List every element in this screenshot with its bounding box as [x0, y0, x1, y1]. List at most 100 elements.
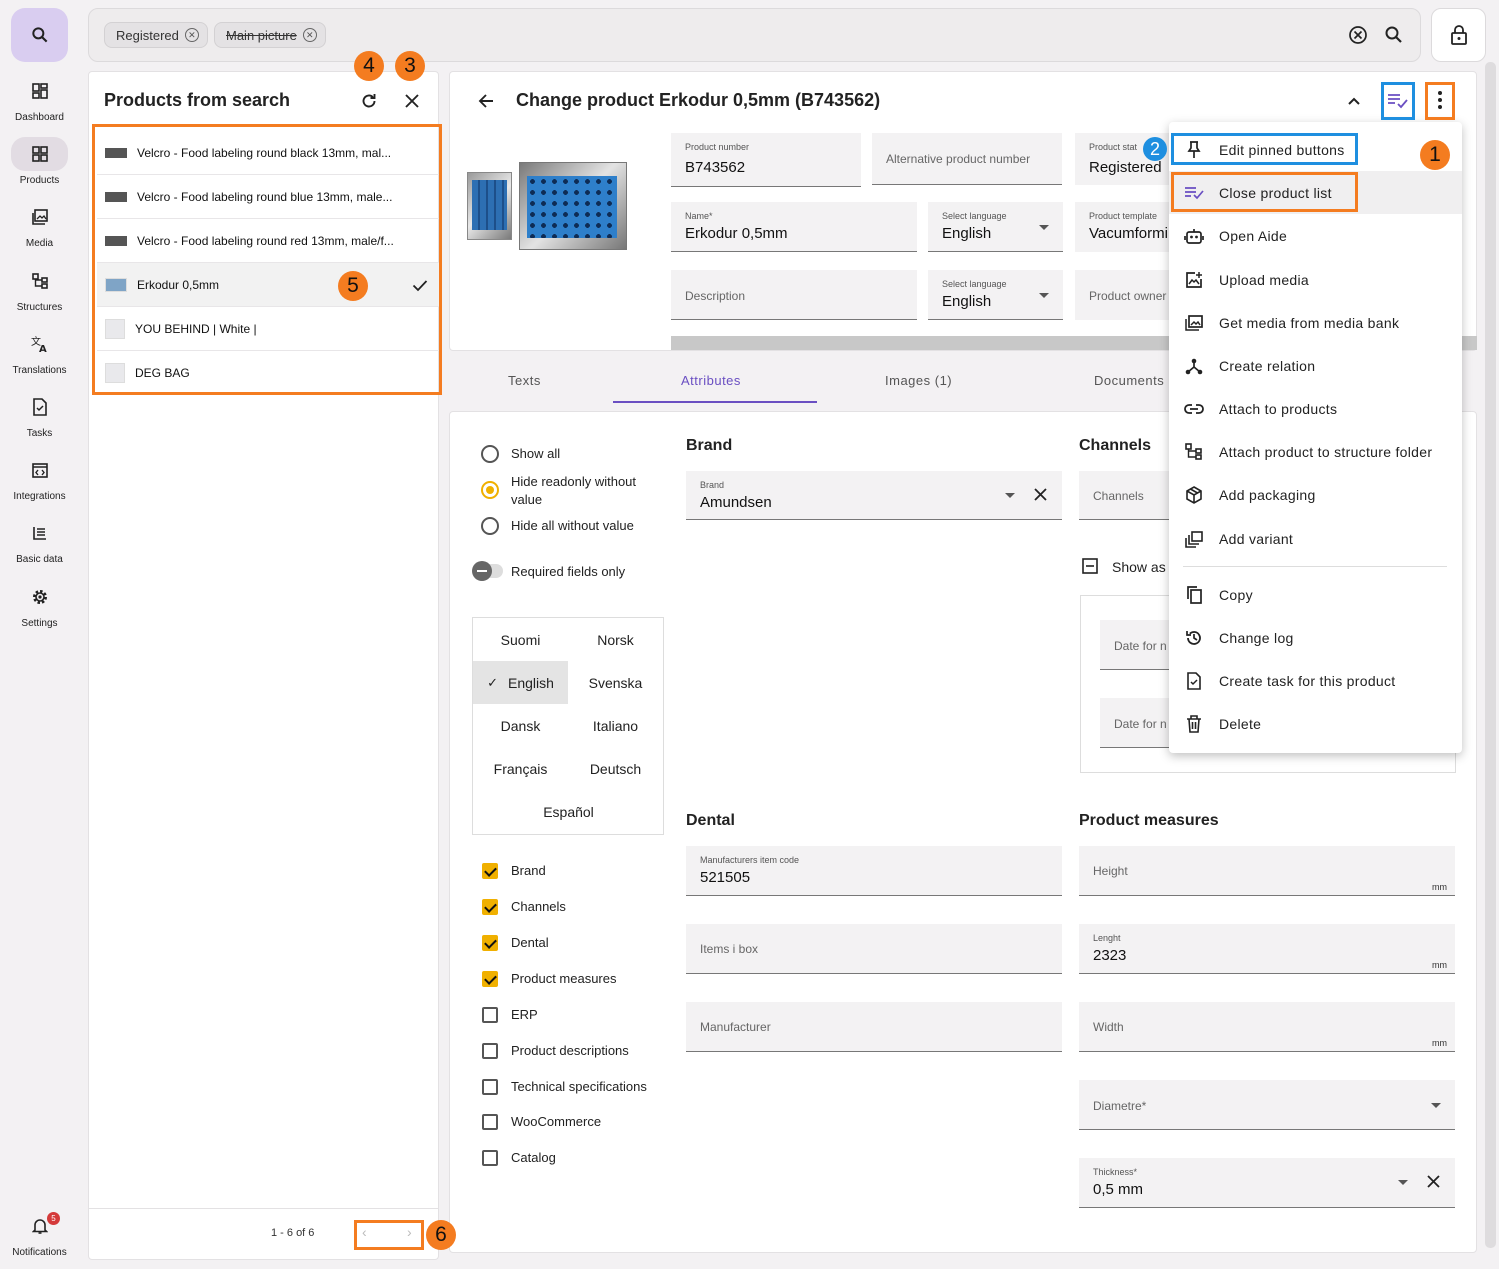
product-image[interactable]	[467, 162, 627, 252]
height-field[interactable]: Height mm	[1079, 846, 1455, 896]
manufacturer-field[interactable]: Manufacturer	[686, 1002, 1062, 1052]
nav-item-structures[interactable]: Structures	[0, 258, 79, 318]
radio-label: Show all	[511, 446, 561, 461]
tab-documents[interactable]: Documents	[1094, 373, 1164, 388]
menu-item-change-log[interactable]: Change log	[1169, 616, 1462, 659]
menu-item-open-aide[interactable]: Open Aide	[1169, 214, 1462, 257]
chip-remove-icon[interactable]: ✕	[184, 28, 199, 42]
name-field[interactable]: Name* Erkodur 0,5mm	[671, 202, 917, 252]
lock-button[interactable]	[1431, 8, 1486, 62]
language-option[interactable]: Dansk	[473, 704, 568, 747]
refresh-icon[interactable]	[360, 92, 378, 110]
menu-item-attach-to-structure-folder[interactable]: Attach product to structure folder	[1169, 430, 1462, 473]
check-icon: ✓	[487, 674, 498, 690]
nav-item-settings[interactable]: Settings	[0, 574, 79, 634]
field-placeholder: Description	[685, 289, 746, 303]
clear-icon[interactable]	[1034, 488, 1047, 501]
language-option[interactable]: Deutsch	[568, 747, 663, 790]
checkbox-product-descriptions[interactable]	[482, 1043, 498, 1059]
language-option[interactable]: Français	[473, 747, 568, 790]
tab-texts[interactable]: Texts	[508, 373, 541, 388]
dropdown-arrow-icon	[1398, 1180, 1408, 1185]
close-icon[interactable]	[404, 93, 420, 109]
nav-item-tasks[interactable]: Tasks	[0, 384, 79, 444]
nav-item-products[interactable]: Products	[0, 131, 79, 191]
checkbox-woocommerce[interactable]	[482, 1114, 498, 1130]
menu-item-add-variant[interactable]: Add variant	[1169, 517, 1462, 560]
language-option[interactable]: Norsk	[568, 618, 663, 661]
menu-item-create-task[interactable]: Create task for this product	[1169, 659, 1462, 702]
notification-count-badge: 5	[47, 1211, 60, 1225]
menu-item-upload-media[interactable]: Upload media	[1169, 258, 1462, 301]
checkbox-label: Product measures	[511, 971, 617, 986]
checkbox-product-measures[interactable]	[482, 971, 498, 987]
collapse-box-icon[interactable]	[1082, 558, 1098, 574]
product-template-field[interactable]: Product template Vacumformi	[1075, 202, 1178, 252]
brand-select[interactable]: Brand Amundsen	[686, 471, 1062, 520]
radio-show-all[interactable]	[481, 445, 499, 463]
menu-item-get-media-from-bank[interactable]: Get media from media bank	[1169, 301, 1462, 344]
checkbox-catalog[interactable]	[482, 1150, 498, 1166]
radio-hide-all[interactable]	[481, 517, 499, 535]
language-option[interactable]: Italiano	[568, 704, 663, 747]
product-owner-field[interactable]: Product owner	[1075, 270, 1178, 320]
menu-item-delete[interactable]: Delete	[1169, 702, 1462, 745]
diameter-select[interactable]: Diametre*	[1079, 1080, 1455, 1130]
chip-remove-icon[interactable]: ✕	[302, 28, 317, 42]
tab-attributes[interactable]: Attributes	[681, 373, 741, 388]
language-selector: Suomi Norsk ✓ English Svenska Dansk Itali…	[472, 617, 664, 835]
nav-item-translations[interactable]: 文A Translations	[0, 321, 79, 381]
nav-item-notifications[interactable]: 5 Notifications	[0, 1205, 79, 1261]
length-field[interactable]: Lenght 2323 mm	[1079, 924, 1455, 974]
annotation-badge: 5	[338, 271, 368, 301]
clear-search-icon[interactable]	[1348, 25, 1368, 45]
radio-hide-readonly[interactable]	[481, 481, 499, 499]
history-icon	[1186, 630, 1201, 645]
language-option[interactable]: Español	[521, 790, 616, 833]
menu-item-copy[interactable]: Copy	[1169, 573, 1462, 616]
checkbox-label: ERP	[511, 1007, 538, 1022]
nav-item-integrations[interactable]: Integrations	[0, 447, 79, 507]
clear-icon[interactable]	[1427, 1175, 1440, 1188]
checkbox-channels[interactable]	[482, 899, 498, 915]
vertical-scrollbar[interactable]	[1485, 62, 1496, 1248]
checkbox-brand[interactable]	[482, 863, 498, 879]
product-number-field[interactable]: Product number B743562	[671, 133, 861, 187]
language-option[interactable]: Svenska	[568, 661, 663, 704]
checkbox-dental[interactable]	[482, 935, 498, 951]
filter-chip-main-picture[interactable]: Main picture ✕	[214, 22, 326, 48]
dropdown-arrow-icon	[1039, 293, 1049, 298]
annotation-badge: 3	[395, 51, 425, 81]
language-option-selected[interactable]: ✓ English	[473, 661, 568, 704]
menu-item-add-packaging[interactable]: Add packaging	[1169, 473, 1462, 516]
search-bar[interactable]: Registered ✕ Main picture ✕	[88, 8, 1421, 62]
nav-item-basic-data[interactable]: Basic data	[0, 510, 79, 570]
nav-item-dashboard[interactable]: Dashboard	[0, 68, 79, 128]
pagination-label: 1 - 6 of 6	[271, 1227, 315, 1239]
checkbox-erp[interactable]	[482, 1007, 498, 1023]
tab-images[interactable]: Images (1)	[885, 373, 952, 388]
items-in-box-field[interactable]: Items i box	[686, 924, 1062, 974]
field-label: Brand	[700, 480, 725, 490]
back-arrow-icon[interactable]	[477, 92, 495, 110]
filter-chip-registered[interactable]: Registered ✕	[104, 22, 208, 48]
name-language-select[interactable]: Select language English	[928, 202, 1063, 252]
width-field[interactable]: Width mm	[1079, 1002, 1455, 1052]
menu-item-create-relation[interactable]: Create relation	[1169, 344, 1462, 387]
channels-select[interactable]: Channels	[1079, 471, 1179, 520]
description-field[interactable]: Description	[671, 270, 917, 320]
menu-item-attach-to-products[interactable]: Attach to products	[1169, 387, 1462, 430]
thickness-select[interactable]: Thickness* 0,5 mm	[1079, 1158, 1455, 1208]
annotation-box-edit-pinned	[1171, 133, 1358, 165]
required-fields-toggle[interactable]	[472, 561, 503, 581]
checkbox-label: Dental	[511, 935, 549, 950]
nav-search-button[interactable]	[11, 8, 68, 62]
manufacturers-item-code-field[interactable]: Manufacturers item code 521505	[686, 846, 1062, 896]
chevron-up-icon[interactable]	[1347, 96, 1361, 106]
checkbox-technical-specifications[interactable]	[482, 1079, 498, 1095]
alternative-number-field[interactable]: Alternative product number	[872, 133, 1062, 185]
language-option[interactable]: Suomi	[473, 618, 568, 661]
search-icon[interactable]	[1384, 25, 1404, 45]
nav-item-media[interactable]: Media	[0, 194, 79, 254]
description-language-select[interactable]: Select language English	[928, 270, 1063, 320]
